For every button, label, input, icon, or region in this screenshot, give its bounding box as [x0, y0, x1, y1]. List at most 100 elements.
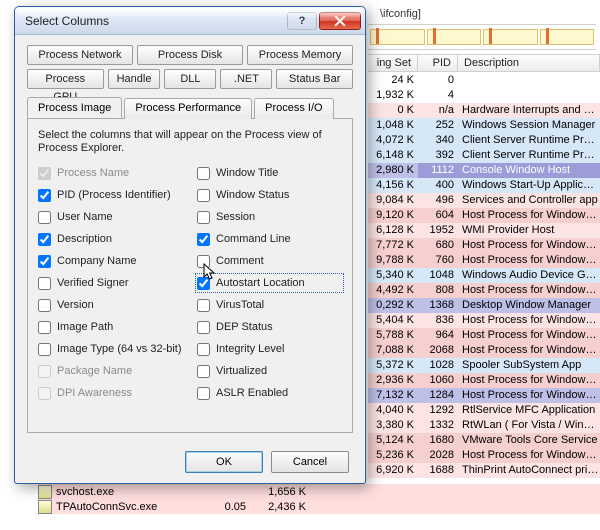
table-row[interactable]: 7,772 K680Host Process for Windows S... [368, 238, 600, 253]
column-option-label: Company Name [57, 255, 136, 267]
table-row[interactable]: 7,132 K1284Host Process for Windows T... [368, 388, 600, 403]
table-row[interactable]: 4,156 K400Windows Start-Up Application [368, 178, 600, 193]
column-checkbox[interactable] [197, 387, 210, 400]
column-option[interactable]: ASLR Enabled [197, 385, 342, 401]
table-row[interactable]: 5,372 K1028Spooler SubSystem App [368, 358, 600, 373]
category-button[interactable]: Process GPU [27, 69, 104, 89]
column-option[interactable]: User Name [38, 209, 183, 225]
table-row[interactable]: 7,088 K2068Host Process for Windows S... [368, 343, 600, 358]
table-row[interactable]: 1,932 K4 [368, 88, 600, 103]
table-row[interactable]: 0,292 K1368Desktop Window Manager [368, 298, 600, 313]
titlebar[interactable]: Select Columns [15, 7, 365, 35]
table-row[interactable]: 6,920 K1688ThinPrint AutoConnect printe.… [368, 463, 600, 478]
category-button[interactable]: Process Disk [137, 45, 243, 65]
table-row[interactable]: 5,236 K2028Host Process for Windows S... [368, 448, 600, 463]
tab[interactable]: Process I/O [254, 98, 333, 119]
column-checkbox[interactable] [197, 343, 210, 356]
table-row[interactable]: 5,124 K1680VMware Tools Core Service [368, 433, 600, 448]
table-row[interactable]: 4,040 K1292RtlService MFC Application [368, 403, 600, 418]
column-option-label: Virtualized [216, 365, 267, 377]
column-checkbox[interactable] [197, 277, 210, 290]
tree-row[interactable]: svchost.exe1,656 K [38, 484, 600, 499]
column-checkbox[interactable] [38, 189, 51, 202]
category-button[interactable]: Process Memory [247, 45, 353, 65]
column-checkbox[interactable] [38, 321, 51, 334]
column-checkbox[interactable] [197, 189, 210, 202]
column-option[interactable]: Virtualized [197, 363, 342, 379]
tree-row[interactable]: TPAutoConnSvc.exe0.052,436 K [38, 499, 600, 514]
table-row[interactable]: 6,148 K392Client Server Runtime Process [368, 148, 600, 163]
column-option[interactable]: Integrity Level [197, 341, 342, 357]
column-option-label: VirusTotal [216, 299, 264, 311]
table-body[interactable]: 24 K01,932 K40 Kn/aHardware Interrupts a… [368, 73, 600, 530]
table-row[interactable]: 9,788 K760Host Process for Windows S... [368, 253, 600, 268]
category-button[interactable]: .NET [220, 69, 272, 89]
column-checkbox[interactable] [38, 277, 51, 290]
col-pid[interactable]: PID [418, 54, 458, 72]
category-button[interactable]: Handle [108, 69, 161, 89]
column-checkbox[interactable] [38, 255, 51, 268]
table-row[interactable]: 2,980 K1112Console Window Host [368, 163, 600, 178]
column-option[interactable]: Autostart Location [197, 275, 342, 291]
column-option[interactable]: Comment [197, 253, 342, 269]
column-checkbox[interactable] [197, 167, 210, 180]
process-tree-fragment[interactable]: svchost.exe1,656 KTPAutoConnSvc.exe0.052… [38, 484, 600, 514]
table-row[interactable]: 24 K0 [368, 73, 600, 88]
table-row[interactable]: 9,120 K604Host Process for Windows S... [368, 208, 600, 223]
table-row[interactable]: 0 Kn/aHardware Interrupts and DPCs [368, 103, 600, 118]
column-checkbox[interactable] [197, 321, 210, 334]
ok-button[interactable]: OK [185, 451, 263, 473]
cancel-button[interactable]: Cancel [271, 451, 349, 473]
category-button[interactable]: DLL [164, 69, 216, 89]
column-checkbox[interactable] [197, 365, 210, 378]
column-option[interactable]: Window Title [197, 165, 342, 181]
column-checkbox[interactable] [38, 299, 51, 312]
table-row[interactable]: 4,072 K340Client Server Runtime Process [368, 133, 600, 148]
help-button[interactable] [287, 12, 317, 30]
column-checkbox[interactable] [197, 299, 210, 312]
column-checkbox[interactable] [197, 233, 210, 246]
column-option[interactable]: Command Line [197, 231, 342, 247]
table-row[interactable]: 1,048 K252Windows Session Manager [368, 118, 600, 133]
column-checkbox[interactable] [38, 343, 51, 356]
close-button[interactable] [319, 12, 361, 30]
column-option[interactable]: Verified Signer [38, 275, 183, 291]
column-checkbox[interactable] [38, 233, 51, 246]
table-row[interactable]: 2,936 K1060Host Process for Windows S... [368, 373, 600, 388]
category-button[interactable]: Status Bar [276, 69, 353, 89]
column-option: Package Name [38, 363, 183, 379]
table-header[interactable]: ing Set PID Description [368, 54, 600, 72]
column-checkbox[interactable] [197, 211, 210, 224]
table-row[interactable]: 4,492 K808Host Process for Windows S... [368, 283, 600, 298]
checkbox-column-right: Window Title Window Status Session Command … [197, 165, 342, 424]
col-workingset[interactable]: ing Set [368, 54, 418, 72]
category-button[interactable]: Process Network [27, 45, 133, 65]
table-row[interactable]: 9,084 K496Services and Controller app [368, 193, 600, 208]
column-option[interactable]: PID (Process Identifier) [38, 187, 183, 203]
column-option[interactable]: Description [38, 231, 183, 247]
column-option-label: Description [57, 233, 112, 245]
column-checkbox[interactable] [197, 255, 210, 268]
column-option[interactable]: VirusTotal [197, 297, 342, 313]
column-option[interactable]: Session [197, 209, 342, 225]
column-option-label: Image Type (64 vs 32-bit) [57, 343, 182, 355]
dialog-title: Select Columns [25, 14, 285, 28]
table-row[interactable]: 6,128 K1952WMI Provider Host [368, 223, 600, 238]
column-option[interactable]: Company Name [38, 253, 183, 269]
column-option[interactable]: Image Path [38, 319, 183, 335]
table-row[interactable]: 5,404 K836Host Process for Windows S... [368, 313, 600, 328]
column-option[interactable]: Version [38, 297, 183, 313]
table-row[interactable]: 5,340 K1048Windows Audio Device Grap... [368, 268, 600, 283]
column-option[interactable]: Window Status [197, 187, 342, 203]
col-description[interactable]: Description [458, 54, 600, 72]
column-option[interactable]: DEP Status [197, 319, 342, 335]
column-option-label: Command Line [216, 233, 291, 245]
table-row[interactable]: 3,380 K1332RtWLan ( For Vista / Win7) ..… [368, 418, 600, 433]
category-row-2: Process GPUHandleDLL.NETStatus Bar [27, 69, 353, 89]
column-option-label: PID (Process Identifier) [57, 189, 171, 201]
tab[interactable]: Process Image [27, 97, 122, 118]
table-row[interactable]: 5,788 K964Host Process for Windows S... [368, 328, 600, 343]
tab[interactable]: Process Performance [124, 98, 252, 119]
column-checkbox[interactable] [38, 211, 51, 224]
column-option[interactable]: Image Type (64 vs 32-bit) [38, 341, 183, 357]
